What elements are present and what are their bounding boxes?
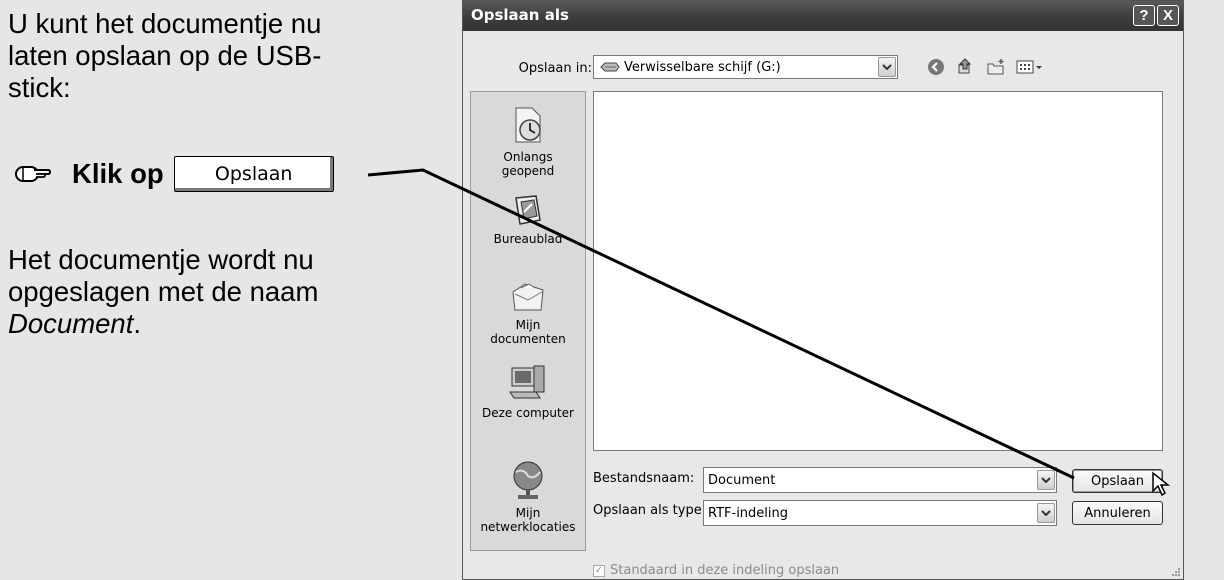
places-bar: Onlangs geopend Bureaublad Mijn document…: [470, 91, 586, 551]
help-button[interactable]: ?: [1133, 5, 1155, 26]
place-label: Bureaublad: [493, 232, 563, 246]
lookin-value: Verwisselbare schijf (G:): [624, 59, 781, 75]
filetype-value: RTF-indeling: [708, 505, 789, 521]
result-paragraph: Het documentje wordt nu opgeslagen met d…: [8, 244, 448, 340]
instruction-text: U kunt het documentje nu laten opslaan o…: [8, 8, 448, 104]
removable-drive-icon: [600, 62, 620, 72]
back-icon[interactable]: [925, 56, 947, 78]
save-as-dialog: Opslaan als ? X Opslaan in: Verwisselbar…: [462, 0, 1184, 580]
period: .: [133, 308, 141, 339]
network-icon: [513, 461, 543, 499]
place-label: documenten: [490, 332, 566, 346]
my-documents-icon: [512, 283, 544, 311]
inline-save-button-image: Opslaan: [173, 156, 334, 192]
chevron-down-icon[interactable]: [1037, 470, 1055, 490]
place-label: Onlangs: [503, 150, 553, 164]
checkbox-check-icon: ✓: [593, 564, 605, 577]
up-folder-icon[interactable]: [955, 56, 977, 78]
new-folder-icon[interactable]: [985, 56, 1007, 78]
resize-grip-icon[interactable]: [1169, 565, 1181, 577]
dialog-title: Opslaan als: [471, 6, 569, 24]
paragraph-line: opgeslagen met de naam: [8, 276, 319, 307]
desktop-icon: [515, 195, 541, 225]
default-format-checkbox[interactable]: ✓ Standaard in deze indeling opslaan: [593, 563, 839, 578]
recent-icon: [515, 107, 541, 143]
paragraph-line: Het documentje wordt nu: [8, 244, 314, 275]
lookin-dropdown[interactable]: Verwisselbare schijf (G:): [593, 55, 898, 79]
pointing-hand-icon: [15, 166, 52, 182]
place-label: Mijn: [515, 318, 541, 332]
lookin-label: Opslaan in:: [518, 61, 592, 76]
file-list[interactable]: [593, 91, 1163, 451]
place-desktop[interactable]: Bureaublad: [471, 194, 585, 246]
place-recent[interactable]: Onlangs geopend: [471, 106, 585, 178]
cancel-button[interactable]: Annuleren: [1072, 501, 1163, 525]
save-button[interactable]: Opslaan: [1072, 469, 1163, 493]
paragraph-line-last: Document.: [8, 308, 448, 340]
place-computer[interactable]: Deze computer: [471, 362, 585, 420]
instruction-line: stick:: [8, 72, 71, 103]
step-label: Klik op: [72, 158, 164, 189]
computer-icon: [509, 365, 545, 399]
place-label: Deze computer: [482, 406, 574, 420]
chevron-down-icon[interactable]: [878, 57, 896, 77]
view-menu-icon[interactable]: [1015, 56, 1045, 78]
place-label: netwerklocaties: [480, 520, 576, 534]
place-my-documents[interactable]: Mijn documenten: [471, 280, 585, 346]
checkbox-label: Standaard in deze indeling opslaan: [610, 563, 840, 578]
instruction-line: U kunt het documentje nu: [8, 8, 322, 39]
chevron-down-icon[interactable]: [1037, 503, 1055, 523]
step-instruction: Klik op Opslaan: [14, 152, 454, 196]
filename-input[interactable]: Document: [703, 467, 1057, 493]
filetype-dropdown[interactable]: RTF-indeling: [703, 500, 1057, 526]
filetype-label: Opslaan als type:: [593, 503, 707, 518]
place-label: geopend: [501, 164, 555, 178]
filename-value: Document: [708, 472, 776, 488]
instruction-line: laten opslaan op de USB-: [8, 40, 322, 71]
filename-label: Bestandsnaam:: [593, 471, 695, 486]
close-button[interactable]: X: [1157, 5, 1179, 26]
dialog-toolbar: [925, 55, 1045, 79]
place-network[interactable]: Mijn netwerklocaties: [471, 458, 585, 534]
place-label: Mijn: [515, 506, 541, 520]
dialog-titlebar[interactable]: Opslaan als ? X: [463, 1, 1183, 31]
document-name: Document: [8, 308, 134, 339]
mouse-cursor-icon: [1152, 471, 1171, 497]
